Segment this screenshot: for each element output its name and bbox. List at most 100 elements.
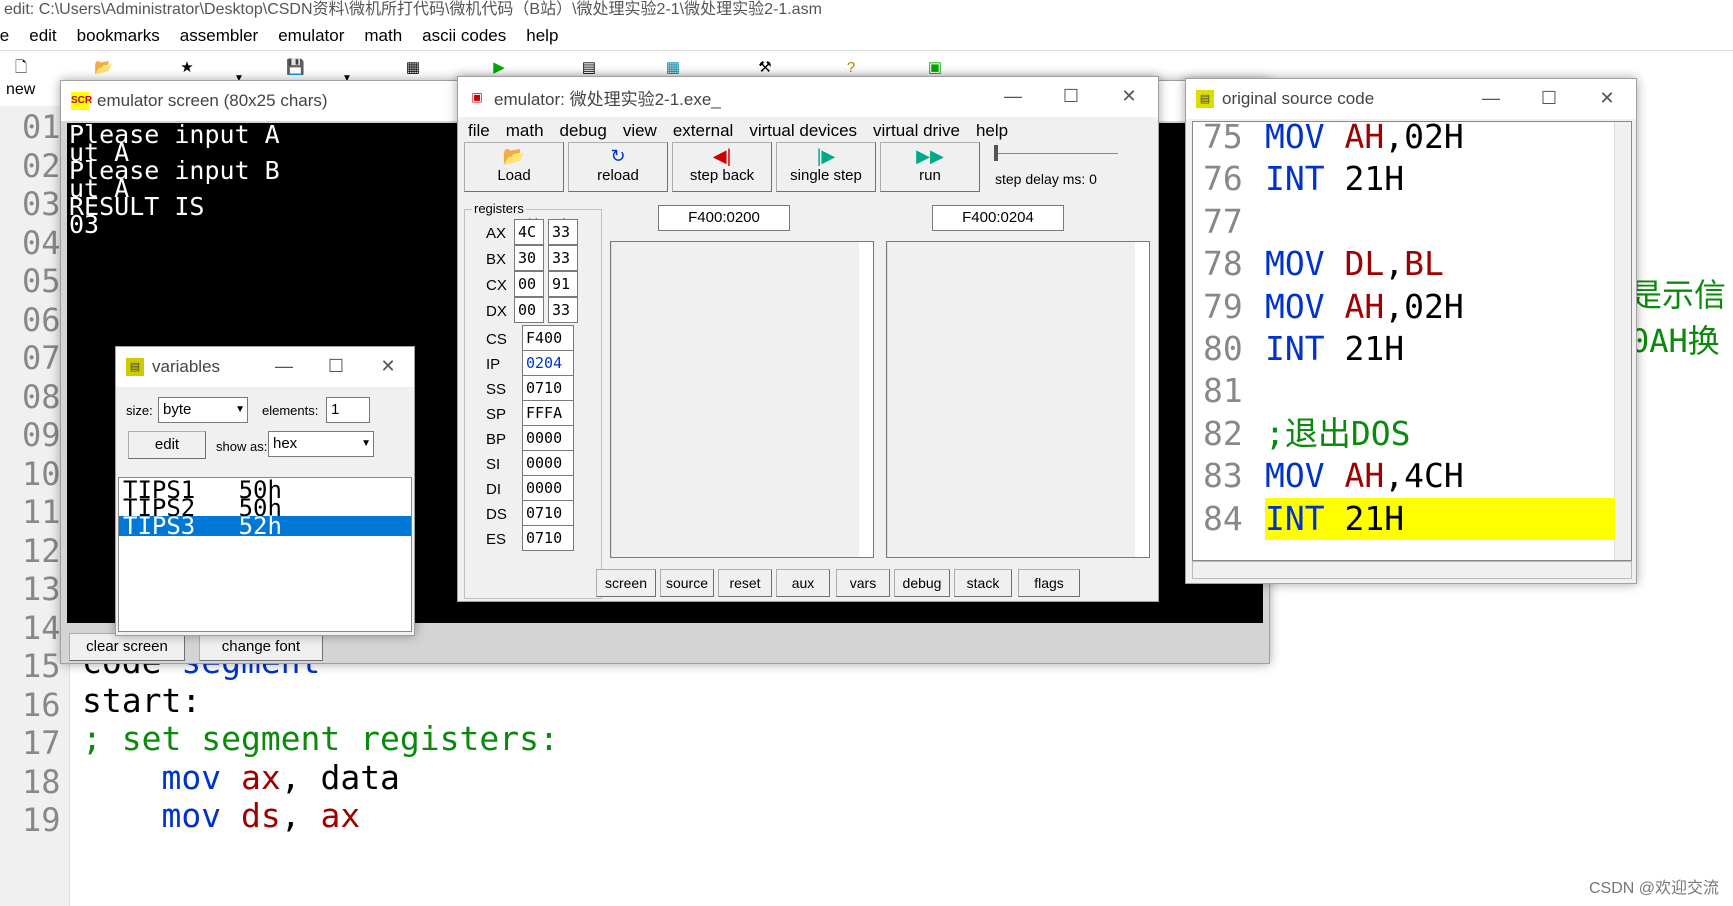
emulate-icon[interactable]: ▶ bbox=[490, 59, 508, 77]
variable-row[interactable]: TIPS3 52h bbox=[119, 514, 411, 538]
emulator-aux-button[interactable]: aux bbox=[776, 569, 830, 597]
register-high-field[interactable]: 30 bbox=[514, 245, 544, 271]
register-field[interactable]: 0000 bbox=[522, 450, 574, 476]
emulator-menu-item[interactable]: debug bbox=[560, 121, 607, 141]
emulator-source-button[interactable]: source bbox=[660, 569, 714, 597]
register-field[interactable]: 0710 bbox=[522, 500, 574, 526]
emulator-menu-item[interactable]: virtual drive bbox=[873, 121, 960, 141]
line-number: 15 bbox=[22, 647, 61, 685]
menu-item-7[interactable]: help bbox=[526, 26, 558, 46]
maximize-icon[interactable]: ☐ bbox=[1042, 77, 1100, 117]
line-number: 07 bbox=[22, 339, 61, 377]
minimize-icon[interactable]: — bbox=[258, 347, 310, 387]
minimize-icon[interactable]: — bbox=[1462, 79, 1520, 119]
emulator-flags-button[interactable]: flags bbox=[1018, 569, 1080, 597]
register-low-field[interactable]: 33 bbox=[548, 219, 578, 245]
register-low-field[interactable]: 33 bbox=[548, 245, 578, 271]
source-view[interactable]: 75 MOV AH,02H 76 INT 21H 77 78 MOV DL,BL 79 MOV … bbox=[1192, 121, 1632, 561]
variables-icon: ▤ bbox=[126, 358, 144, 376]
register-low-field[interactable]: 33 bbox=[548, 297, 578, 323]
reload-button[interactable]: ↻ reload bbox=[568, 142, 668, 192]
memory-scrollbar[interactable] bbox=[611, 242, 859, 557]
register-field[interactable]: 0204 bbox=[522, 350, 574, 376]
save-icon[interactable]: 💾 bbox=[286, 59, 305, 77]
source-line: MOV AH,02H bbox=[1265, 122, 1464, 158]
minimize-icon[interactable]: — bbox=[984, 77, 1042, 117]
code-token: mov bbox=[161, 796, 222, 835]
emulator-menu-item[interactable]: external bbox=[673, 121, 733, 141]
change-font-button[interactable]: change font bbox=[199, 633, 323, 661]
menu-item-2[interactable]: bookmarks bbox=[77, 26, 160, 46]
variable-value: 52h bbox=[238, 512, 282, 540]
emulator-stack-button[interactable]: stack bbox=[954, 569, 1012, 597]
address-left-field[interactable]: F400:0200 bbox=[658, 205, 790, 231]
clear-screen-button[interactable]: clear screen bbox=[69, 633, 185, 661]
memory-list[interactable]: F420E: 00 000 NUF420D: 00 000 NUF420C: 0… bbox=[610, 241, 874, 558]
register-field[interactable]: 0710 bbox=[522, 375, 574, 401]
help-icon[interactable]: ? bbox=[842, 59, 860, 77]
show-as-select[interactable]: hex ▼ bbox=[268, 431, 374, 457]
register-field[interactable]: 0000 bbox=[522, 425, 574, 451]
emulator-screen-button[interactable]: screen bbox=[596, 569, 656, 597]
calculator-icon[interactable]: ▤ bbox=[580, 59, 598, 77]
emulator-debug-button[interactable]: debug bbox=[894, 569, 950, 597]
emulator-menu-item[interactable]: help bbox=[976, 121, 1008, 141]
register-field[interactable]: FFFA bbox=[522, 400, 574, 426]
register-high-field[interactable]: 00 bbox=[514, 271, 544, 297]
edit-button[interactable]: edit bbox=[128, 431, 206, 459]
close-icon[interactable]: ✕ bbox=[362, 347, 414, 387]
run-button[interactable]: ▶▶ run bbox=[880, 142, 980, 192]
disassembly-scrollbar[interactable] bbox=[887, 242, 1135, 557]
register-label: SI bbox=[486, 456, 501, 473]
emulator-menu-item[interactable]: file bbox=[468, 121, 490, 141]
register-high-field[interactable]: 00 bbox=[514, 297, 544, 323]
emulator-vars-button[interactable]: vars bbox=[836, 569, 890, 597]
emulator-reset-button[interactable]: reset bbox=[718, 569, 772, 597]
variables-list[interactable]: TIPS1 50h TIPS2 50h TIPS3 52h bbox=[118, 477, 412, 632]
menu-item-1[interactable]: edit bbox=[29, 26, 56, 46]
close-icon[interactable]: ✕ bbox=[1100, 77, 1158, 117]
maximize-icon[interactable]: ☐ bbox=[310, 347, 362, 387]
step-delay-slider[interactable] bbox=[992, 143, 1122, 163]
source-horizontal-scrollbar[interactable] bbox=[1192, 561, 1632, 579]
register-field[interactable]: F400 bbox=[522, 325, 574, 351]
source-token: ,02H bbox=[1384, 286, 1464, 326]
maximize-icon[interactable]: ☐ bbox=[1520, 79, 1578, 119]
emulator-menu-item[interactable]: math bbox=[506, 121, 544, 141]
address-right-field[interactable]: F400:0204 bbox=[932, 205, 1064, 231]
options-tools-icon[interactable]: ⚒ bbox=[756, 59, 774, 77]
source-token: 21H bbox=[1324, 159, 1405, 199]
single-step-button[interactable]: |▶ single step bbox=[776, 142, 876, 192]
register-label: BX bbox=[486, 251, 507, 268]
source-title: original source code bbox=[1222, 89, 1375, 108]
emulator-menu-item[interactable]: view bbox=[623, 121, 657, 141]
menu-item-4[interactable]: emulator bbox=[278, 26, 344, 46]
step-back-button[interactable]: ◀| step back bbox=[672, 142, 772, 192]
close-icon[interactable]: ✕ bbox=[1578, 79, 1636, 119]
convertor-icon[interactable]: ▦ bbox=[664, 59, 682, 77]
step-delay-label: step delay ms: 0 bbox=[995, 171, 1097, 187]
register-field[interactable]: 0000 bbox=[522, 475, 574, 501]
new-file-icon[interactable]: 🗋 bbox=[12, 59, 30, 77]
source-token: , bbox=[1384, 244, 1405, 284]
register-low-field[interactable]: 91 bbox=[548, 271, 578, 297]
new-label[interactable]: new bbox=[6, 81, 35, 99]
register-high-field[interactable]: 4C bbox=[514, 219, 544, 245]
bookmark-star-icon[interactable]: ★ bbox=[178, 59, 196, 77]
disassembly-list[interactable]: ...ADD [BX + SI], AADD [BX + SI], AADD [… bbox=[886, 241, 1150, 558]
emulator-menu-item[interactable]: virtual devices bbox=[749, 121, 857, 141]
menu-item-6[interactable]: ascii codes bbox=[422, 26, 506, 46]
size-select[interactable]: byte ▼ bbox=[158, 397, 248, 423]
chip-icon[interactable]: ▣ bbox=[926, 59, 944, 77]
menu-item-5[interactable]: math bbox=[364, 26, 402, 46]
compile-icon[interactable]: ▦ bbox=[404, 59, 422, 77]
code-token: ; set segment registers: bbox=[82, 719, 559, 758]
load-button[interactable]: 📂 Load bbox=[464, 142, 564, 192]
source-vertical-scrollbar[interactable] bbox=[1614, 122, 1631, 560]
menu-item-3[interactable]: assembler bbox=[180, 26, 258, 46]
open-folder-icon[interactable]: 📂 bbox=[94, 59, 113, 77]
elements-field[interactable]: 1 bbox=[326, 397, 370, 423]
menu-item-0[interactable]: le bbox=[0, 26, 9, 46]
register-field[interactable]: 0710 bbox=[522, 525, 574, 551]
register-label: BP bbox=[486, 431, 507, 448]
